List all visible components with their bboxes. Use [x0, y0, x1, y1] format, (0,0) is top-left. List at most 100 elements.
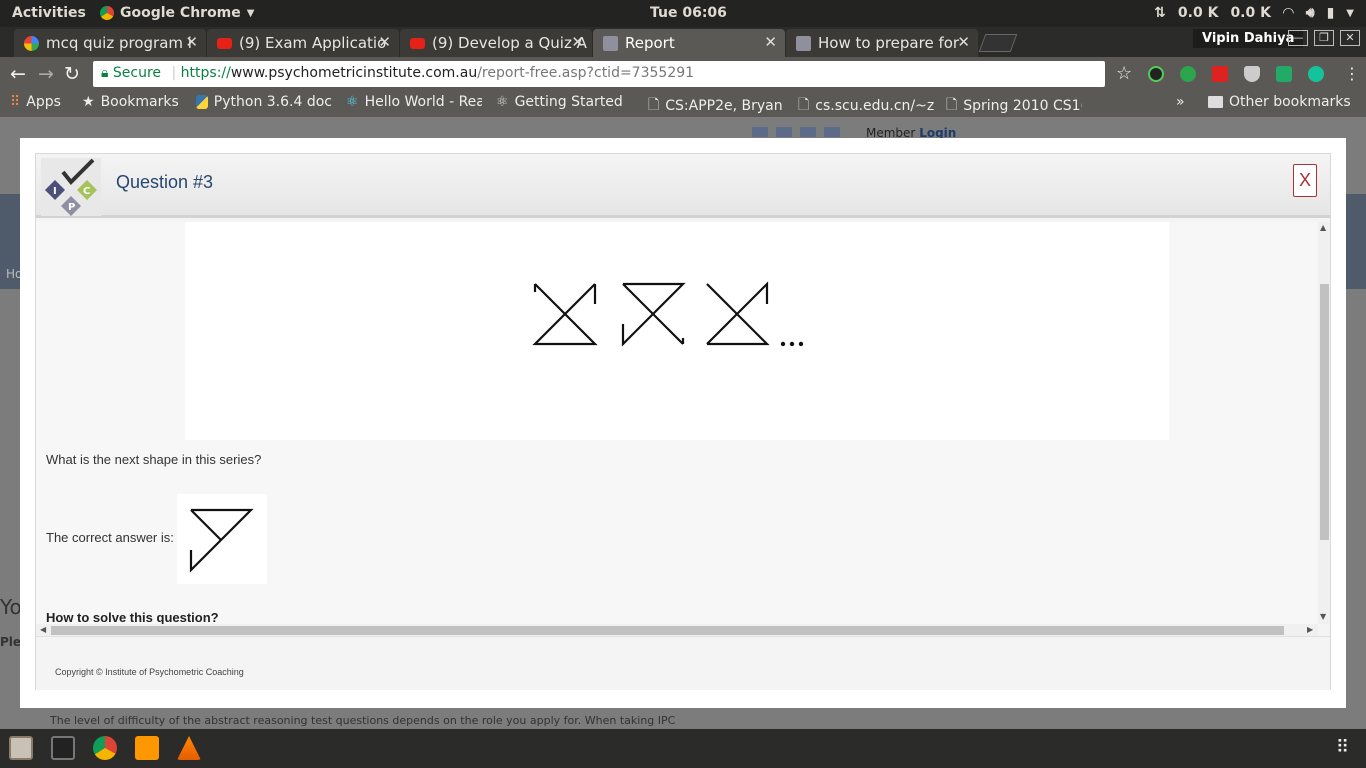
page-icon: 🗋: [946, 97, 958, 113]
terminal-icon[interactable]: [51, 736, 75, 760]
bookmark-label: Hello World - Rea: [364, 94, 482, 110]
chrome-icon: [100, 6, 114, 20]
extension-icon[interactable]: [1148, 66, 1164, 82]
maximize-button[interactable]: ❐: [1314, 30, 1334, 46]
url-host: www.psychometricinstitute.com.au: [230, 65, 478, 81]
show-apps-grid-icon[interactable]: ⠿: [1336, 737, 1349, 758]
volume-icon[interactable]: 🔊︎: [1306, 5, 1315, 21]
address-bar[interactable]: 🔒︎ Secure | https://www.psychometricinst…: [93, 61, 1105, 87]
new-tab-button[interactable]: [978, 34, 1018, 52]
vertical-scroll-thumb[interactable]: [1320, 284, 1329, 540]
shield-icon[interactable]: [1244, 66, 1260, 82]
close-button[interactable]: X: [1293, 164, 1317, 197]
vlc-icon[interactable]: [177, 736, 201, 760]
ipc-logo: I P C: [41, 158, 101, 216]
url-path: /report-free.asp?ctid=7355291: [477, 65, 695, 81]
clock[interactable]: Tue 06:06: [650, 5, 727, 21]
bookmark-apps[interactable]: ⠿ Apps: [10, 94, 61, 110]
tab-how-to-prepare[interactable]: How to prepare for ✕: [786, 29, 978, 57]
page-icon: 🗋: [648, 97, 660, 113]
net-down: 0.0 K: [1230, 5, 1271, 21]
url-scheme: https://: [180, 65, 231, 81]
battery-icon[interactable]: ▮: [1327, 5, 1335, 21]
tab-exam-application[interactable]: (9) Exam Applicatio ✕: [207, 29, 399, 57]
question-text: What is the next shape in this series?: [46, 452, 262, 467]
svg-text:I: I: [53, 186, 57, 197]
wifi-icon[interactable]: ◠: [1283, 5, 1294, 21]
question-modal: I P C Question #3 X What is the next sha…: [35, 153, 1331, 690]
modal-footer: Copyright © Institute of Psychometric Co…: [36, 636, 1330, 690]
tab-mcq-quiz[interactable]: mcq quiz program i ✕: [14, 29, 206, 57]
svg-text:C: C: [83, 186, 90, 197]
forward-arrow-icon[interactable]: →: [38, 63, 54, 85]
question-image: [185, 222, 1169, 440]
bookmark-csapp[interactable]: 🗋 CS:APP2e, Bryan: [648, 94, 784, 118]
reload-icon[interactable]: ↻: [64, 63, 80, 85]
country-flags: [752, 127, 840, 137]
sublime-icon[interactable]: [135, 736, 159, 760]
modal-body[interactable]: What is the next shape in this series? T…: [36, 222, 1318, 624]
scroll-right-icon[interactable]: ▶: [1307, 625, 1313, 634]
bookmark-label: Other bookmarks: [1229, 94, 1351, 110]
lock-icon[interactable]: 🔒︎: [101, 65, 108, 81]
other-bookmarks[interactable]: Other bookmarks: [1208, 94, 1351, 110]
network-activity-icon: ⇅: [1154, 5, 1166, 21]
chevron-down-icon[interactable]: ▼: [1346, 8, 1354, 19]
bookmark-label: Bookmarks: [100, 94, 179, 110]
minimize-button[interactable]: —: [1288, 30, 1308, 46]
copyright-text: Copyright © Institute of Psychometric Co…: [55, 667, 244, 677]
star-icon[interactable]: ☆: [1116, 63, 1132, 84]
extension-icon[interactable]: [1276, 66, 1292, 82]
grammarly-icon[interactable]: [1308, 66, 1324, 82]
modal-header: I P C Question #3 X: [36, 154, 1330, 218]
app-menu[interactable]: Google Chrome ▼: [100, 5, 254, 21]
bookmark-label: cs.scu.edu.cn/~z: [815, 98, 934, 114]
page-icon: 🗋: [798, 97, 810, 113]
bg-heading-partial: Yo: [0, 595, 22, 619]
ipc-icon: [796, 36, 811, 51]
bookmark-label: Python 3.6.4 doc: [213, 94, 332, 110]
secure-label: Secure: [112, 65, 162, 81]
tab-report[interactable]: Report ✕: [593, 29, 785, 57]
bookmark-bookmarks[interactable]: ★ Bookmarks: [82, 94, 179, 110]
close-icon[interactable]: ✕: [185, 33, 198, 51]
extension-icon[interactable]: [1180, 66, 1196, 82]
close-icon[interactable]: ✕: [571, 33, 584, 51]
extension-icon[interactable]: [1212, 66, 1228, 82]
react-icon: ⚛: [496, 94, 509, 110]
more-bookmarks-chevron-icon[interactable]: »: [1176, 94, 1185, 110]
scroll-up-icon[interactable]: ▲: [1320, 223, 1326, 232]
scroll-down-icon[interactable]: ▼: [1320, 612, 1326, 621]
vertical-scrollbar[interactable]: ▲ ▼: [1318, 222, 1330, 624]
tab-strip: mcq quiz program i ✕ (9) Exam Applicatio…: [0, 27, 1366, 57]
horizontal-scrollbar[interactable]: ◀ ▶: [36, 624, 1318, 636]
python-icon: [196, 95, 208, 109]
bookmark-label: Spring 2010 CS1(: [963, 98, 1082, 114]
bookmark-getting-started[interactable]: ⚛ Getting Started: [496, 94, 632, 110]
close-window-button[interactable]: ✕: [1340, 30, 1360, 46]
close-icon[interactable]: ✕: [764, 33, 777, 51]
close-icon[interactable]: ✕: [378, 33, 391, 51]
chevron-down-icon: ▼: [246, 7, 255, 19]
tab-label: How to prepare for: [818, 34, 960, 52]
activities-button[interactable]: Activities: [12, 5, 86, 21]
google-icon: [24, 36, 39, 51]
svg-text:P: P: [68, 202, 75, 213]
files-icon[interactable]: [9, 736, 33, 760]
bookmark-scu[interactable]: 🗋 cs.scu.edu.cn/~z: [798, 94, 934, 118]
bookmark-python[interactable]: Python 3.6.4 doc: [196, 94, 332, 110]
close-icon[interactable]: ✕: [957, 33, 970, 51]
modal-title: Question #3: [116, 172, 214, 192]
scroll-left-icon[interactable]: ◀: [40, 625, 46, 634]
profile-button[interactable]: Vipin Dahiya: [1193, 29, 1304, 48]
back-arrow-icon[interactable]: ←: [10, 63, 26, 85]
menu-icon[interactable]: ⋮: [1344, 64, 1360, 83]
bookmark-spring-2010[interactable]: 🗋 Spring 2010 CS1(: [946, 94, 1082, 118]
chrome-icon[interactable]: [93, 736, 117, 760]
tab-label: Report: [625, 34, 675, 52]
bookmark-hello-world[interactable]: ⚛ Hello World - Rea: [346, 94, 482, 110]
bookmark-label: Apps: [26, 94, 61, 110]
horizontal-scroll-thumb[interactable]: [51, 626, 1284, 635]
tab-develop-quiz[interactable]: (9) Develop a Quiz A ✕: [400, 29, 592, 57]
bookmark-label: CS:APP2e, Bryan: [665, 98, 783, 114]
